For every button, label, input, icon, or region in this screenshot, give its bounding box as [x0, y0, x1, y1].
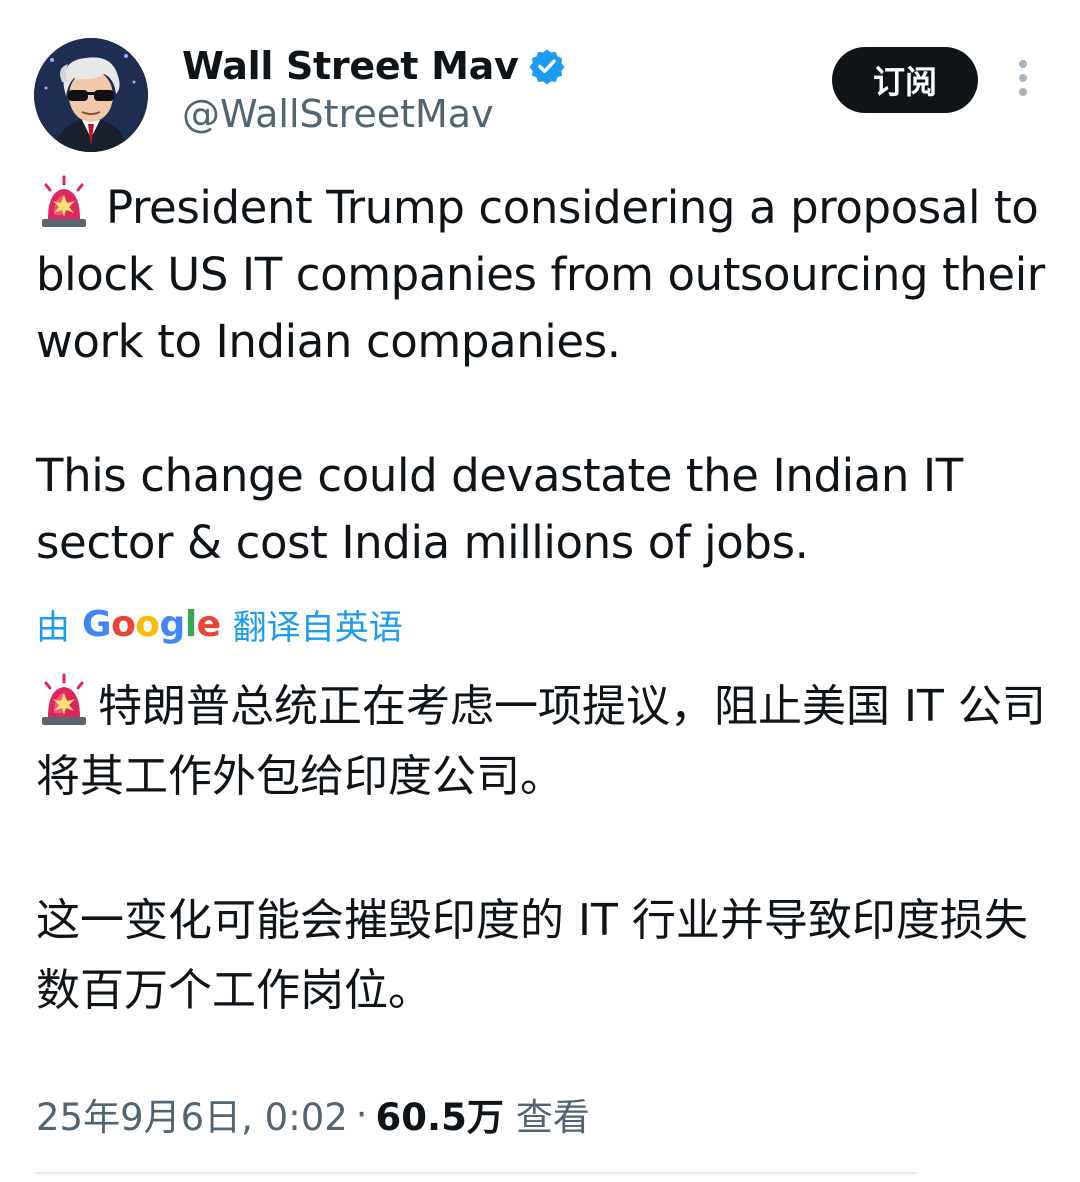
tweet-text-en-1: President Trump considering a proposal t…	[36, 174, 1066, 375]
divider	[36, 1172, 916, 1174]
subscribe-button[interactable]: 订阅	[832, 47, 978, 113]
timestamp[interactable]: 25年9月6日, 0:02	[36, 1087, 348, 1141]
siren-emoji-icon	[42, 673, 86, 725]
siren-emoji-icon	[42, 175, 86, 227]
tweet-text-zh-1-content: 特朗普总统正在考虑一项提议，阻止美国 IT 公司将其工作外包给印度公司。	[36, 681, 1046, 802]
tweet-text-en-1-content: President Trump considering a proposal t…	[36, 181, 1045, 368]
views-label: 查看	[515, 1096, 590, 1139]
translation-attribution[interactable]: 由 Google 翻译自英语	[36, 598, 403, 650]
tweet-text-en-2: This change could devastate the Indian I…	[36, 449, 963, 569]
avatar[interactable]	[34, 38, 148, 152]
verified-badge-icon	[529, 49, 566, 85]
tweet-text-zh-2: 这一变化可能会摧毁印度的 IT 行业并导致印度损失数百万个工作岗位。	[36, 895, 1028, 1016]
translation-suffix: 翻译自英语	[232, 607, 403, 648]
views-count: 60.5万	[375, 1096, 504, 1139]
avatar-image	[34, 38, 148, 152]
tweet-text-zh-1: 特朗普总统正在考虑一项提议，阻止美国 IT 公司将其工作外包给印度公司。	[36, 672, 1066, 812]
author-name-row[interactable]: Wall Street Mav	[182, 40, 566, 92]
tweet-card: Wall Street Mav @WallStreetMav 订阅 Presid…	[0, 0, 1080, 1182]
more-vertical-icon[interactable]	[1008, 60, 1038, 104]
meta-separator: ·	[355, 1092, 368, 1136]
tweet-meta: 25年9月6日, 0:02 · 60.5万 查看	[36, 1088, 590, 1140]
google-logo: Google	[82, 603, 221, 645]
author-handle[interactable]: @WallStreetMav	[182, 92, 494, 136]
display-name[interactable]: Wall Street Mav	[182, 44, 519, 88]
translation-prefix: 由	[36, 607, 70, 648]
